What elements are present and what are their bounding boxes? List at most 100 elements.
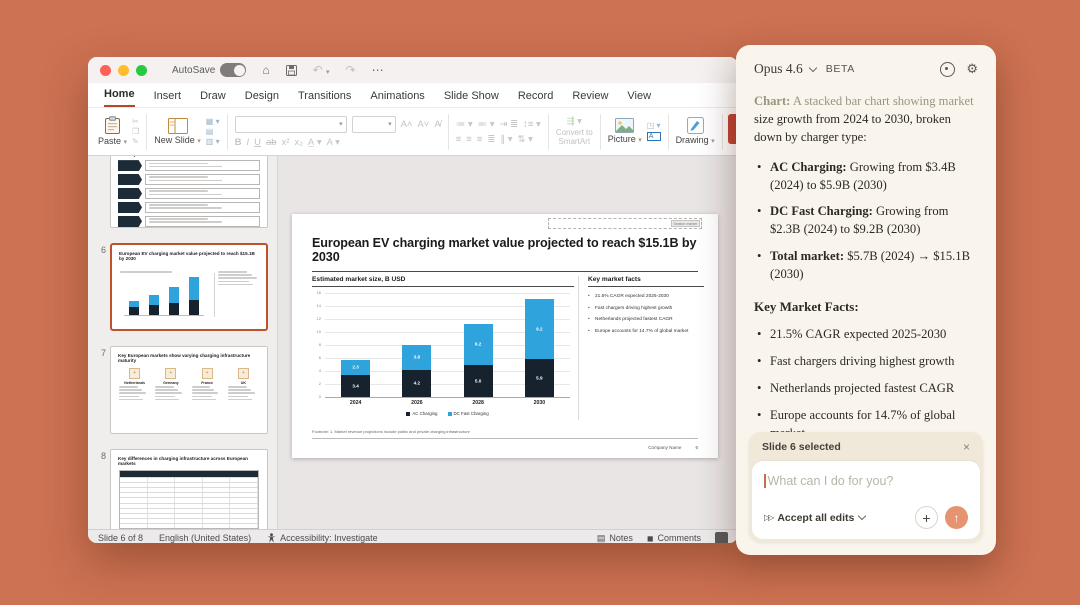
legend-item-dc-fast-charging: DC Fast Charging <box>447 411 489 416</box>
align-left-icon[interactable]: ≡ <box>456 134 462 145</box>
more-commands-icon[interactable]: ⋯ <box>372 64 384 76</box>
decrease-font-icon[interactable]: A˅ <box>417 119 429 130</box>
view-button-sliver[interactable] <box>715 532 728 543</box>
home-icon[interactable]: ⌂ <box>262 64 269 76</box>
slide-title[interactable]: European EV charging market value projec… <box>312 236 698 272</box>
font-name-select[interactable]: ▾ <box>234 115 347 133</box>
context-chip: Slide 6 selected <box>762 441 841 453</box>
slide-thumbnail-panel[interactable]: 5 Several market forces drive the EV char… <box>88 156 278 529</box>
current-slide[interactable]: Section marker European EV charging mark… <box>292 214 718 458</box>
format-painter-icon[interactable]: ✎ <box>132 137 139 146</box>
convert-smartart-button[interactable]: ⇶ ▾ Convert to SmartArt <box>556 116 593 146</box>
text-line <box>149 221 222 223</box>
comments-icon: ◼ <box>646 533 654 543</box>
slide-thumbnail-8[interactable]: Key differences in charging infrastructu… <box>110 449 268 529</box>
number-list-icon[interactable]: ≕ ▾ <box>478 119 495 130</box>
slide-indicator[interactable]: Slide 6 of 8 <box>98 533 143 543</box>
beta-badge: BETA <box>825 63 855 75</box>
highlight-icon[interactable]: A̲ ▾ <box>308 137 322 148</box>
model-selector[interactable]: Opus 4.6 <box>754 61 803 77</box>
autosave-toggle[interactable] <box>220 63 247 77</box>
save-icon[interactable] <box>285 64 297 76</box>
tab-transitions[interactable]: Transitions <box>298 90 351 107</box>
tab-home[interactable]: Home <box>104 88 135 107</box>
arrow-row <box>118 173 260 186</box>
align-right-icon[interactable]: ≡ <box>477 134 483 145</box>
copy-icon[interactable]: ❐ <box>132 127 139 136</box>
tab-insert[interactable]: Insert <box>154 90 182 107</box>
facts-block[interactable]: Key market facts 21.5% CAGR expected 202… <box>579 276 704 426</box>
zoom-window-button[interactable] <box>136 64 147 76</box>
font-color-icon[interactable]: A ▾ <box>327 137 340 148</box>
undo-icon[interactable]: ↶ ▾ <box>313 64 330 76</box>
language-indicator[interactable]: English (United States) <box>159 533 251 543</box>
tab-animations[interactable]: Animations <box>370 90 424 107</box>
table-row <box>120 507 258 513</box>
strikethrough-icon[interactable]: ab <box>266 137 277 148</box>
tab-review[interactable]: Review <box>572 90 608 107</box>
text-line <box>149 190 208 192</box>
text-box-icon[interactable]: A <box>646 132 661 141</box>
table-cell <box>175 503 203 508</box>
tab-record[interactable]: Record <box>518 90 553 107</box>
settings-gear-icon[interactable]: ⚙ <box>966 63 978 76</box>
bullet-list-icon[interactable]: ≔ ▾ <box>456 119 473 130</box>
superscript-icon[interactable]: x² <box>282 137 290 148</box>
line-spacing-icon[interactable]: ↕≡ ▾ <box>523 119 541 130</box>
font-size-select[interactable]: ▾ <box>351 115 396 133</box>
stacked-bar-2028[interactable]: 5.0 6.2 <box>463 324 493 397</box>
comments-button[interactable]: ◼ Comments <box>647 533 701 543</box>
italic-icon[interactable]: I <box>246 137 249 148</box>
table-row <box>120 512 258 519</box>
send-button[interactable]: ↑ <box>945 506 968 529</box>
text-direction-icon[interactable]: ⇅ ▾ <box>517 134 532 145</box>
increase-font-icon[interactable]: A˄ <box>401 119 413 130</box>
layout-icon[interactable]: ▦ ▾ <box>206 117 220 126</box>
arrow-chip <box>118 215 142 227</box>
clear-formatting-icon[interactable]: A̸ <box>434 119 440 130</box>
table-cell <box>230 487 258 493</box>
new-chat-icon[interactable] <box>940 61 956 77</box>
mini-bar <box>189 277 199 315</box>
placeholder-marker[interactable]: Section marker <box>548 218 702 229</box>
chart-block[interactable]: Estimated market size, B USD 3.4 2.3 4.2 3.… <box>312 276 574 426</box>
indent-icon[interactable]: ⇥ ≣ <box>500 119 519 130</box>
accessibility-status[interactable]: Accessibility: Investigate <box>267 532 378 543</box>
redo-icon[interactable]: ↷ <box>346 64 356 76</box>
accept-all-edits-button[interactable]: ▷▷ Accept all edits <box>764 512 867 524</box>
tab-slide-show[interactable]: Slide Show <box>444 90 499 107</box>
shapes-icon[interactable]: ◳ ▾ <box>647 122 661 130</box>
table-cell <box>120 482 148 487</box>
section-icon[interactable]: ▥ ▾ <box>206 137 220 146</box>
picture-button[interactable]: Picture ▾ <box>608 118 642 144</box>
close-icon[interactable]: × <box>963 440 970 454</box>
stacked-bar-2024[interactable]: 3.4 2.3 <box>341 359 371 397</box>
cut-icon[interactable]: ✂ <box>132 117 139 126</box>
prompt-input[interactable]: What can I do for you? ▷▷ Accept all edi… <box>752 461 980 539</box>
new-slide-button[interactable]: New Slide ▾ <box>154 117 201 145</box>
text-line <box>191 386 211 388</box>
text-line <box>155 398 180 401</box>
columns-icon[interactable]: ∥ ▾ <box>500 134 512 145</box>
slide-thumbnail-6[interactable]: European EV charging market value projec… <box>110 243 268 331</box>
underline-icon[interactable]: U <box>254 137 261 148</box>
bold-icon[interactable]: B <box>235 137 242 148</box>
align-center-icon[interactable]: ≡ <box>466 134 472 145</box>
stacked-bar-2030[interactable]: 5.9 9.2 <box>524 298 554 397</box>
close-window-button[interactable] <box>100 64 111 76</box>
slide-thumbnail-5[interactable]: Several market forces drive the EV charg… <box>110 156 268 228</box>
stacked-bar-2026[interactable]: 4.2 3.8 <box>402 345 432 397</box>
tab-design[interactable]: Design <box>245 90 279 107</box>
subscript-icon[interactable]: x₂ <box>294 137 302 148</box>
reset-layout-icon[interactable]: ▤ <box>206 127 220 136</box>
justify-icon[interactable]: ≣ <box>487 134 495 145</box>
drawing-button[interactable]: Drawing ▾ <box>676 117 715 145</box>
thumbnail-title: Key European markets show varying chargi… <box>118 353 251 364</box>
notes-button[interactable]: ▤ Notes <box>597 533 633 544</box>
paste-button[interactable]: Paste ▾ <box>98 116 127 146</box>
tab-view[interactable]: View <box>627 90 651 107</box>
slide-thumbnail-7[interactable]: Key European markets show varying chargi… <box>110 346 268 434</box>
minimize-window-button[interactable] <box>118 64 129 76</box>
attach-button[interactable]: + <box>915 506 938 529</box>
tab-draw[interactable]: Draw <box>200 90 226 107</box>
